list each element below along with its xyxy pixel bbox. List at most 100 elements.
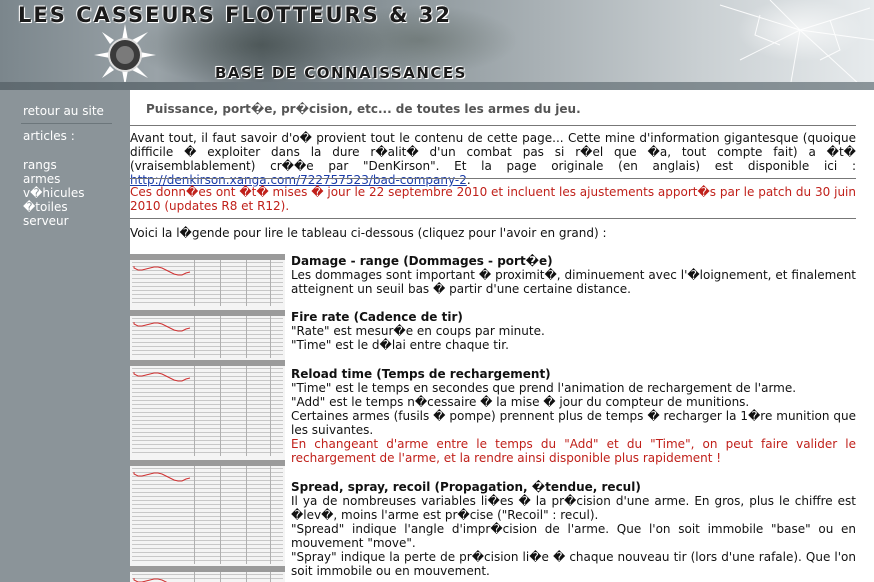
table-column-line [194, 572, 195, 582]
section-line: "Spray" indique la perte de pr�cision li… [291, 550, 856, 578]
table-column-line [270, 466, 271, 564]
sidebar-label-articles: articles : [23, 129, 75, 143]
table-row-line [132, 496, 283, 497]
sidebar-item-serveur[interactable]: serveur [23, 214, 69, 228]
table-column-line [194, 366, 195, 456]
section-reload: Reload time (Temps de rechargement) "Tim… [291, 367, 856, 465]
table-row-line [132, 428, 283, 429]
divider [130, 218, 856, 219]
sidebar-item-etoiles[interactable]: �toiles [23, 200, 68, 214]
intro-text: Avant tout, il faut savoir d'o� provient… [130, 131, 856, 173]
table-column-line [220, 366, 221, 456]
main-content: Puissance, port�e, pr�cision, etc... de … [130, 90, 874, 582]
table-row-line [132, 274, 283, 275]
table-row-line [132, 416, 283, 417]
table-row-line [132, 354, 283, 355]
section-fire-rate: Fire rate (Cadence de tir) "Rate" est me… [291, 310, 856, 352]
table-row-line [132, 262, 283, 263]
section-damage: Damage - range (Dommages - port�e) Les d… [291, 254, 856, 296]
section-title: Fire rate (Cadence de tir) [291, 310, 463, 324]
table-row-line [132, 342, 283, 343]
table-row-line [132, 512, 283, 513]
table-row-line [132, 392, 283, 393]
table-row-line [132, 540, 283, 541]
page-title: Puissance, port�e, pr�cision, etc... de … [146, 102, 581, 116]
table-row-line [132, 408, 283, 409]
sidebar-divider [21, 123, 112, 124]
table-row-line [132, 484, 283, 485]
table-row-line [132, 520, 283, 521]
banner-bottom-strip [0, 82, 874, 90]
table-row-line [132, 448, 283, 449]
shattered-glass-graphic [719, 0, 874, 89]
table-column-line [220, 316, 221, 358]
table-row-line [132, 480, 283, 481]
table-row-line [132, 500, 283, 501]
sidebar: retour au site articles : rangs armes v�… [0, 90, 130, 582]
table-row-line [132, 326, 283, 327]
table-column-line [220, 260, 221, 306]
table-row-line [132, 548, 283, 549]
table-row-line [132, 436, 283, 437]
legend-table-thumbnail[interactable] [130, 254, 285, 582]
table-row-line [132, 330, 283, 331]
table-row-line [132, 290, 283, 291]
section-line: "Add" est le temps n�cessaire � la mise … [291, 395, 750, 409]
table-row-line [132, 294, 283, 295]
section-tip: En changeant d'arme entre le temps du "A… [291, 437, 856, 465]
section-line: "Time" est le d�lai entre chaque tir. [291, 338, 509, 352]
table-column-line [246, 466, 247, 564]
table-row-line [132, 368, 283, 369]
table-column-line [270, 366, 271, 456]
section-line: Il ya de nombreuses variables li�es � la… [291, 494, 856, 522]
table-row-line [132, 384, 283, 385]
table-row-line [132, 532, 283, 533]
table-column-line [194, 466, 195, 564]
table-row-line [132, 350, 283, 351]
table-row-line [132, 452, 283, 453]
table-row-line [132, 444, 283, 445]
table-row-line [132, 380, 283, 381]
table-row-line [132, 508, 283, 509]
table-row-line [132, 528, 283, 529]
table-row-line [132, 318, 283, 319]
table-row-line [132, 396, 283, 397]
table-column-line [270, 316, 271, 358]
section-line: "Rate" est mesur�e en coups par minute. [291, 324, 545, 338]
section-spread: Spread, spray, recoil (Propagation, �ten… [291, 480, 856, 578]
table-row-line [132, 552, 283, 553]
table-column-line [194, 260, 195, 306]
sidebar-item-vehicules[interactable]: v�hicules [23, 186, 85, 200]
table-column-line [220, 572, 221, 582]
section-line: "Time" est le temps en secondes que pren… [291, 381, 797, 395]
table-row-line [132, 424, 283, 425]
table-row-line [132, 302, 283, 303]
table-row-line [132, 282, 283, 283]
table-column-line [246, 572, 247, 582]
section-line: Certaines armes (fusils � pompe) prennen… [291, 409, 856, 437]
section-title: Reload time (Temps de rechargement) [291, 367, 551, 381]
table-row-line [132, 432, 283, 433]
sidebar-item-rangs[interactable]: rangs [23, 158, 57, 172]
divider [130, 125, 856, 126]
table-row-line [132, 338, 283, 339]
sidebar-link-back[interactable]: retour au site [23, 104, 104, 118]
table-row-line [132, 492, 283, 493]
section-line: "Spread" indique l'angle d'impr�cision d… [291, 522, 856, 550]
table-row-line [132, 376, 283, 377]
table-row-line [132, 286, 283, 287]
table-row-line [132, 488, 283, 489]
table-column-line [194, 316, 195, 358]
table-row-line [132, 524, 283, 525]
table-row-line [132, 270, 283, 271]
table-row-line [132, 298, 283, 299]
site-banner: LES CASSEURS FLOTTEURS & 32 BASE DE CONN… [0, 0, 874, 90]
table-row-line [132, 476, 283, 477]
clan-emblem-logo [94, 24, 156, 86]
table-column-line [246, 366, 247, 456]
sidebar-item-armes[interactable]: armes [23, 172, 60, 186]
table-column-line [246, 316, 247, 358]
legend-intro: Voici la l�gende pour lire le tableau ci… [130, 226, 607, 240]
table-row-line [132, 544, 283, 545]
table-column-line [270, 572, 271, 582]
